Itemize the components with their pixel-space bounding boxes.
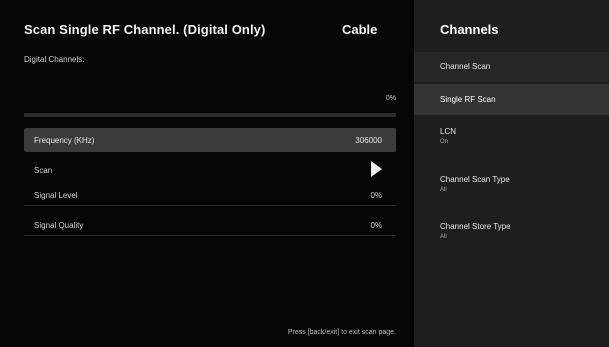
menu-item-channel-store-type[interactable]: Channel Store Type All: [414, 222, 609, 252]
menu-item-value: All: [440, 234, 447, 240]
signal-level-label: Signal Level: [34, 191, 78, 200]
signal-level-value: 0%: [370, 191, 382, 200]
menu-item-single-rf-scan[interactable]: Single RF Scan: [414, 84, 609, 115]
scan-progress-percent: 0%: [385, 95, 396, 102]
menu-item-label: Single RF Scan: [440, 95, 496, 104]
frequency-row[interactable]: Frequency (KHz) 306000: [24, 128, 396, 152]
page-title: Scan Single RF Channel. (Digital Only): [24, 22, 266, 37]
menu-title: Channels: [440, 22, 499, 37]
exit-hint: Press [back/exit] to exit scan page.: [287, 329, 396, 336]
menu-item-lcn[interactable]: LCN On: [414, 127, 609, 157]
scan-label: Scan: [34, 166, 53, 175]
menu-item-label: LCN: [440, 127, 457, 136]
menu-item-channel-scan[interactable]: Channel Scan: [414, 52, 609, 82]
tv-settings-screen: Scan Single RF Channel. (Digital Only) C…: [0, 0, 609, 347]
signal-quality-label: Signal Quality: [34, 221, 84, 230]
play-icon[interactable]: [371, 161, 382, 177]
menu-item-label: Channel Scan: [440, 62, 491, 71]
digital-channels-label: Digital Channels:: [24, 55, 85, 64]
channels-menu: Channels Channel Scan Single RF Scan LCN…: [414, 0, 609, 347]
signal-source-label: Cable: [342, 22, 378, 37]
signal-quality-row: Signal Quality 0%: [24, 218, 396, 234]
scan-panel: Scan Single RF Channel. (Digital Only) C…: [0, 0, 414, 347]
divider: [24, 205, 396, 206]
signal-quality-value: 0%: [370, 221, 382, 230]
divider: [24, 235, 396, 236]
scan-row[interactable]: Scan: [24, 160, 396, 182]
signal-level-row: Signal Level 0%: [24, 188, 396, 204]
menu-item-value: On: [440, 139, 449, 145]
scan-progress-bar: [24, 113, 396, 117]
frequency-label: Frequency (KHz): [34, 136, 95, 145]
menu-item-value: All: [440, 187, 447, 193]
menu-item-label: Channel Scan Type: [440, 175, 510, 184]
menu-item-label: Channel Store Type: [440, 222, 511, 231]
menu-item-channel-scan-type[interactable]: Channel Scan Type All: [414, 175, 609, 205]
frequency-value: 306000: [355, 136, 382, 145]
